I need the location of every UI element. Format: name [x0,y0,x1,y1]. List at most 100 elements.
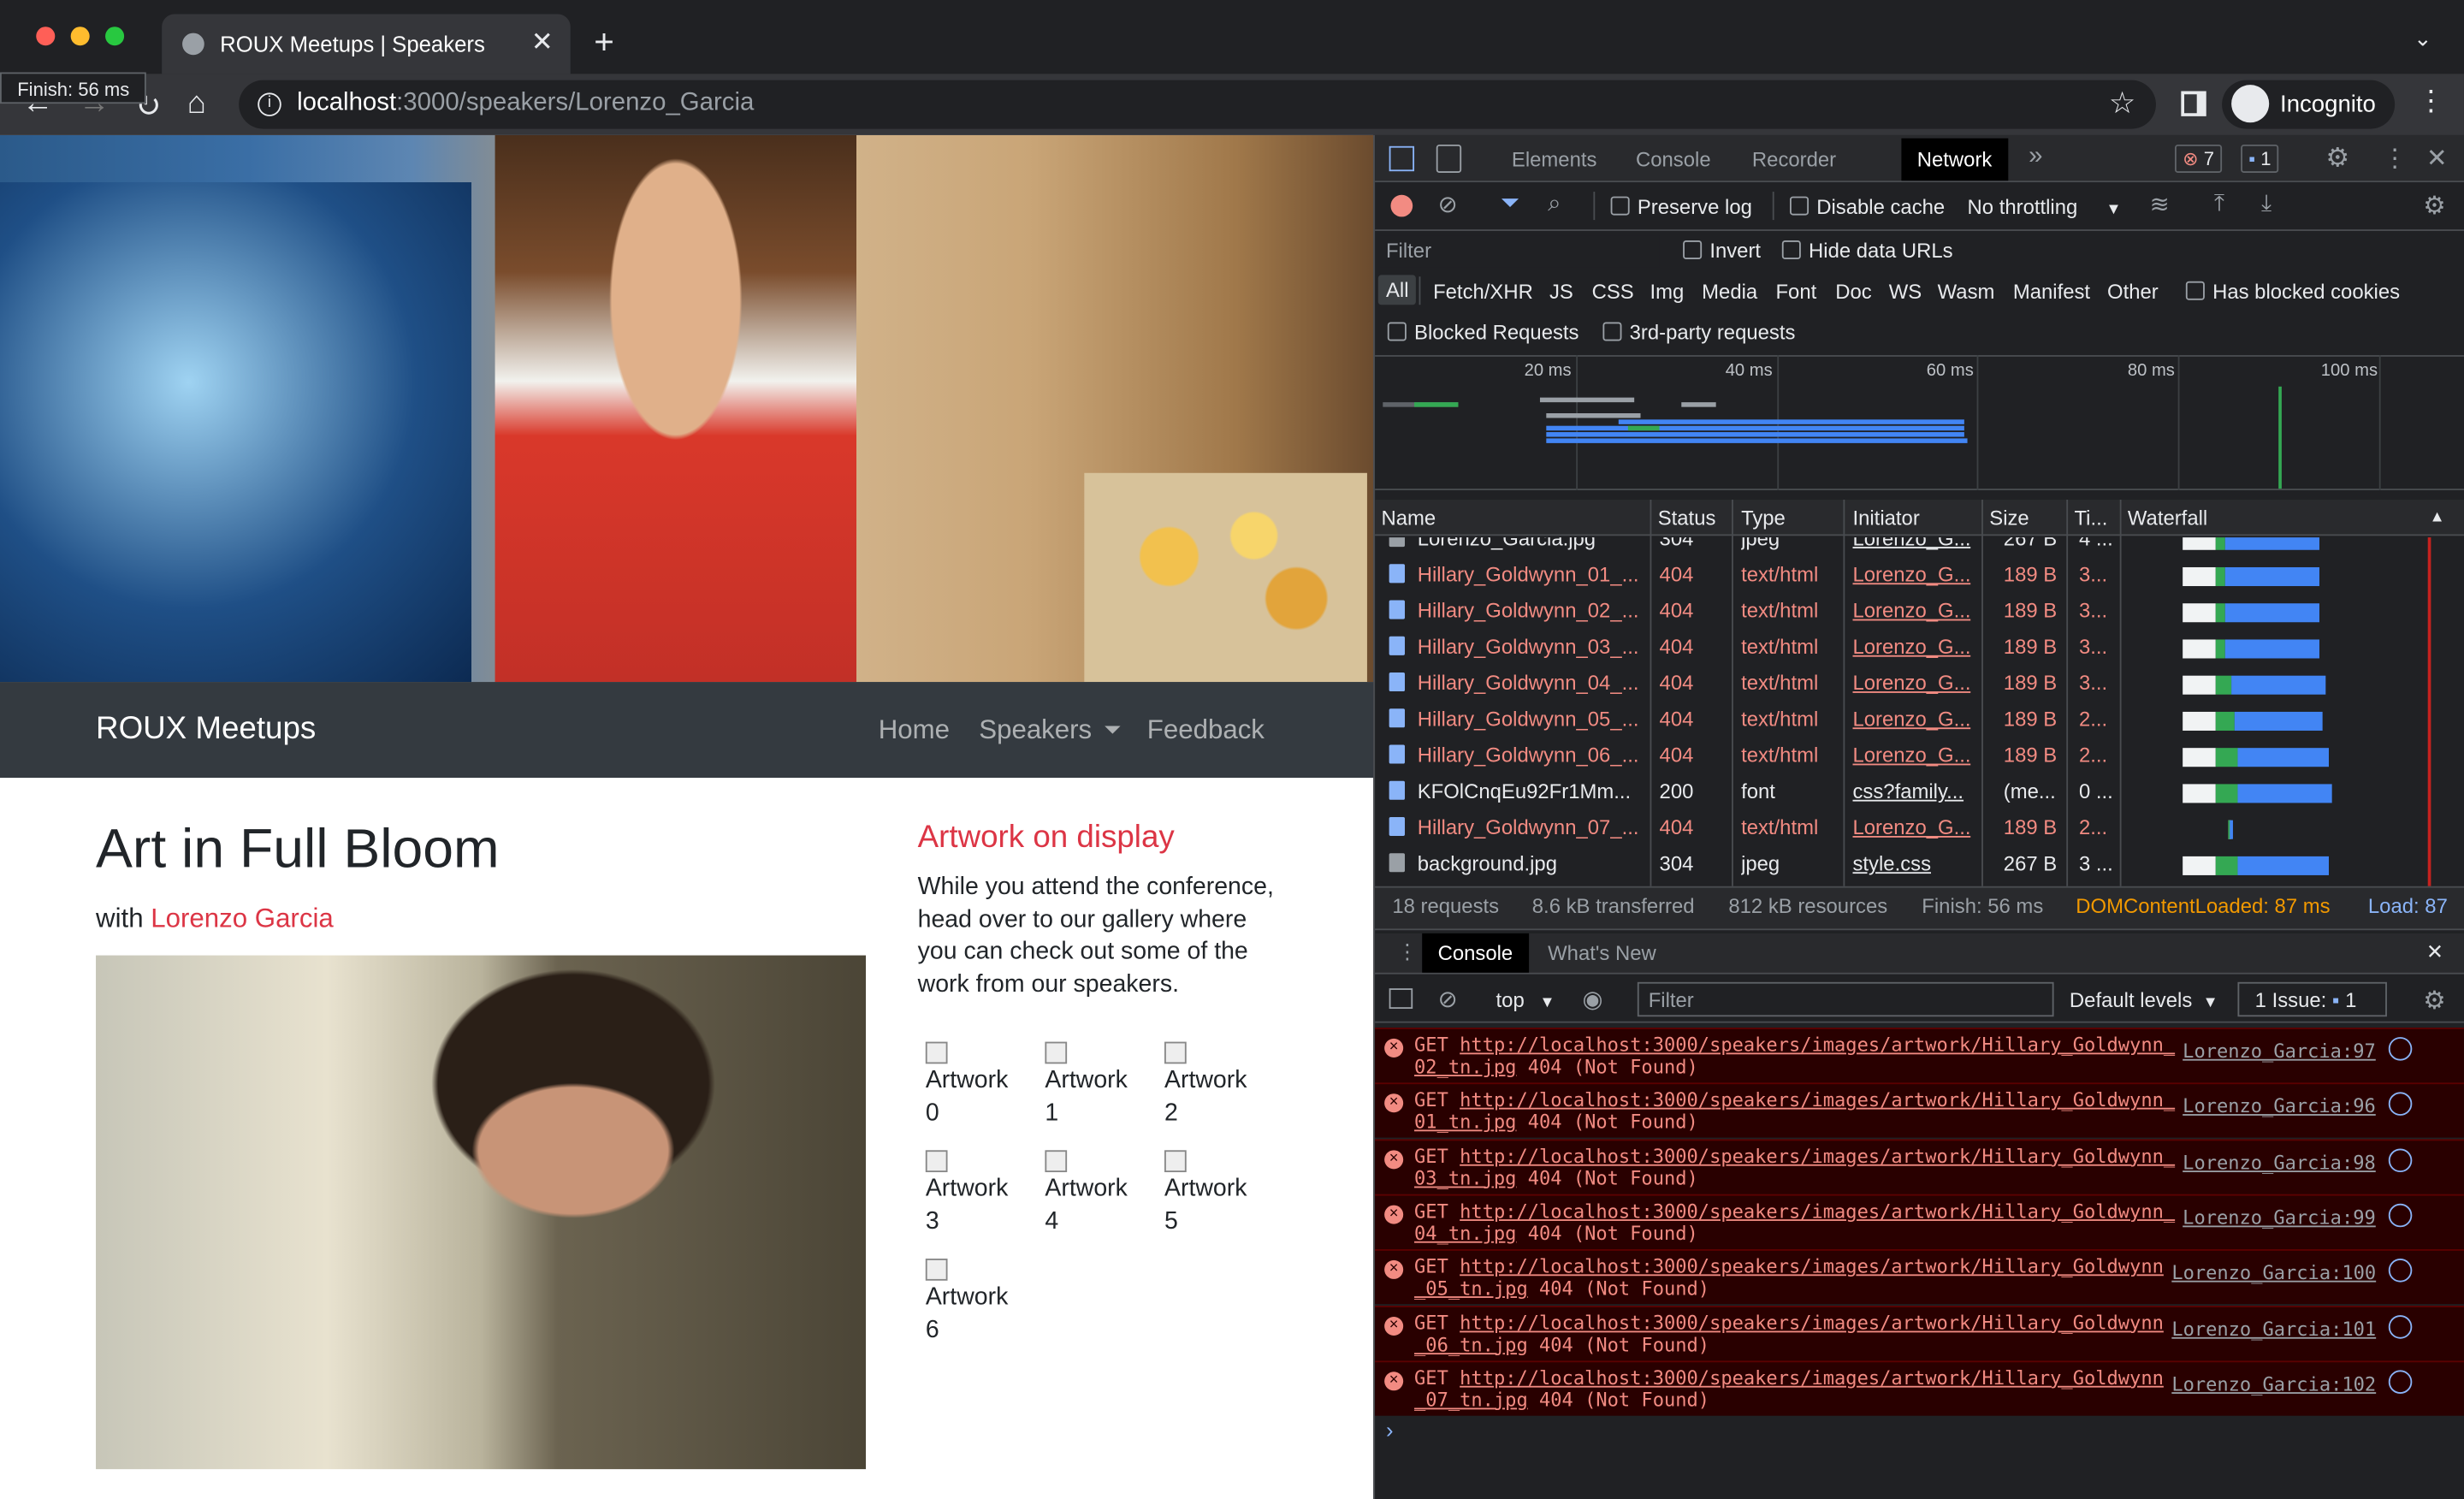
settings-gear-icon[interactable]: ⚙ [2325,143,2349,175]
drawer-tab-whats-new[interactable]: What's New [1548,941,1656,965]
browser-menu-icon[interactable]: ⋮ [2417,85,2445,118]
request-url[interactable]: http://localhost:3000/speakers/images/ar… [1460,1366,2164,1389]
record-icon[interactable] [1390,194,1413,217]
chevron-down-icon[interactable]: ⌄ [2414,25,2432,51]
blocked-requests-checkbox[interactable]: Blocked Requests [1387,321,1578,344]
table-row[interactable]: Hillary_Goldwynn_04_... 404 text/html Loren… [1375,665,2464,701]
console-prompt-icon[interactable]: › [1386,1418,1394,1443]
bookmark-star-icon[interactable]: ☆ [2109,86,2135,122]
invert-checkbox[interactable]: Invert [1683,239,1761,263]
request-url-end[interactable]: 03_tn.jpg [1414,1167,1516,1189]
inspect-element-icon[interactable] [1389,145,1415,172]
issues-button[interactable]: 1 Issue: ▪ 1 [2237,981,2387,1017]
row-initiator[interactable]: Lorenzo_G... [1852,599,1970,623]
console-filter-input[interactable]: Filter [1637,981,2054,1017]
has-blocked-cookies-checkbox[interactable]: Has blocked cookies [2185,280,2400,303]
type-ws[interactable]: WS [1889,280,1922,304]
disable-cache-checkbox[interactable]: Disable cache [1790,195,1945,218]
network-reveal-icon[interactable] [2388,1092,2413,1117]
table-row[interactable]: Hillary_Goldwynn_02_... 404 text/html Loren… [1375,592,2464,628]
request-url-end[interactable]: 02_tn.jpg [1414,1056,1516,1078]
sort-arrow-icon[interactable]: ▲ [2430,509,2445,526]
request-url[interactable]: http://localhost:3000/speakers/images/ar… [1460,1145,2175,1167]
network-reveal-icon[interactable] [2388,1370,2413,1394]
request-url[interactable]: http://localhost:3000/speakers/images/ar… [1460,1256,2164,1278]
request-url-end[interactable]: _05_tn.jpg [1414,1277,1528,1300]
table-row[interactable]: Hillary_Goldwynn_01_... 404 text/html Loren… [1375,556,2464,592]
col-initiator[interactable]: Initiator [1852,506,1919,530]
sidebar-toggle-icon[interactable] [1389,988,1413,1010]
tab-network[interactable]: Network [1901,138,2008,181]
row-initiator[interactable]: style.css [1852,851,1931,875]
export-har-icon[interactable]: ⤓ [2261,190,2272,216]
type-fetch-xhr[interactable]: Fetch/XHR [1433,280,1533,304]
col-waterfall[interactable]: Waterfall [2128,506,2207,530]
console-error-message[interactable]: × GET http://localhost:3000/speakers/imag… [1375,1249,2464,1305]
type-all[interactable]: All [1377,275,1417,305]
source-link[interactable]: Lorenzo_Garcia:102 [2171,1373,2376,1395]
import-har-icon[interactable]: ⤒ [2214,190,2224,216]
console-error-message[interactable]: × GET http://localhost:3000/speakers/imag… [1375,1360,2464,1416]
tab-elements[interactable]: Elements [1512,148,1597,172]
source-link[interactable]: Lorenzo_Garcia:99 [2183,1206,2376,1229]
preserve-log-checkbox[interactable]: Preserve log [1610,195,1752,218]
col-size[interactable]: Size [1989,506,2029,530]
request-url[interactable]: http://localhost:3000/speakers/images/ar… [1460,1089,2175,1111]
network-reveal-icon[interactable] [2388,1147,2413,1172]
side-panel-icon[interactable] [2181,91,2206,116]
request-url[interactable]: http://localhost:3000/speakers/images/ar… [1460,1034,2175,1056]
drawer-menu-icon[interactable]: ⋮ [1397,939,1418,964]
request-url-end[interactable]: 04_tn.jpg [1414,1223,1516,1245]
source-link[interactable]: Lorenzo_Garcia:97 [2183,1040,2376,1063]
issue-count-badge[interactable]: ▪ 1 [2241,144,2279,174]
table-row[interactable]: Hillary_Goldwynn_06_... 404 text/html Loren… [1375,737,2464,773]
minimize-window-button[interactable] [70,27,90,46]
search-icon[interactable]: ⌕ [1548,190,1561,216]
log-levels-select[interactable]: Default levels ▼ [2070,988,2218,1012]
request-url-end[interactable]: 01_tn.jpg [1414,1111,1516,1134]
request-url[interactable]: http://localhost:3000/speakers/images/ar… [1460,1312,2164,1334]
network-reveal-icon[interactable] [2388,1259,2413,1283]
network-conditions-icon[interactable]: ≋ [2150,190,2170,218]
filter-icon[interactable]: ⏷ [1501,190,1519,216]
tab-console[interactable]: Console [1636,148,1711,172]
table-row[interactable]: Hillary_Goldwynn_05_... 404 text/html Loren… [1375,701,2464,737]
network-reveal-icon[interactable] [2388,1037,2413,1061]
console-error-message[interactable]: × GET http://localhost:3000/speakers/imag… [1375,1138,2464,1194]
clear-console-icon[interactable]: ⊘ [1438,985,1458,1013]
console-error-message[interactable]: × GET http://localhost:3000/speakers/imag… [1375,1194,2464,1249]
devtools-menu-icon[interactable]: ⋮ [2382,143,2407,175]
third-party-checkbox[interactable]: 3rd-party requests [1602,321,1795,344]
type-other[interactable]: Other [2107,280,2159,304]
close-tab-icon[interactable]: ✕ [531,27,554,58]
new-tab-icon[interactable]: + [594,22,614,63]
error-count-badge[interactable]: ⊗ 7 [2174,144,2223,174]
source-link[interactable]: Lorenzo_Garcia:98 [2183,1151,2376,1173]
type-img[interactable]: Img [1650,280,1685,304]
more-tabs-icon[interactable]: » [2029,143,2042,171]
context-select[interactable]: top ▼ [1496,988,1555,1012]
type-media[interactable]: Media [1702,280,1757,304]
table-row[interactable]: Hillary_Goldwynn_03_... 404 text/html Loren… [1375,629,2464,665]
speaker-link[interactable]: Lorenzo Garcia [151,904,333,933]
source-link[interactable]: Lorenzo_Garcia:96 [2183,1096,2376,1118]
console-error-message[interactable]: × GET http://localhost:3000/speakers/imag… [1375,1028,2464,1083]
row-initiator[interactable]: Lorenzo_G... [1852,635,1970,659]
hide-data-urls-checkbox[interactable]: Hide data URLs [1781,239,1953,263]
row-initiator[interactable]: Lorenzo_G... [1852,707,1970,731]
type-manifest[interactable]: Manifest [2013,280,2090,304]
home-icon[interactable]: ⌂ [187,86,206,122]
type-font[interactable]: Font [1775,280,1816,304]
type-js[interactable]: JS [1549,280,1573,304]
request-url-end[interactable]: _07_tn.jpg [1414,1389,1528,1411]
type-doc[interactable]: Doc [1835,280,1871,304]
drawer-tab-console[interactable]: Console [1422,933,1529,973]
network-settings-icon[interactable]: ⚙ [2423,190,2445,222]
throttling-select[interactable]: No throttling ▼ [1968,195,2122,219]
col-type[interactable]: Type [1741,506,1786,530]
live-expression-eye-icon[interactable]: ◉ [1583,985,1603,1013]
network-reveal-icon[interactable] [2388,1203,2413,1228]
close-drawer-icon[interactable]: ✕ [2426,939,2443,964]
source-link[interactable]: Lorenzo_Garcia:101 [2171,1318,2376,1340]
request-url-end[interactable]: _06_tn.jpg [1414,1333,1528,1355]
